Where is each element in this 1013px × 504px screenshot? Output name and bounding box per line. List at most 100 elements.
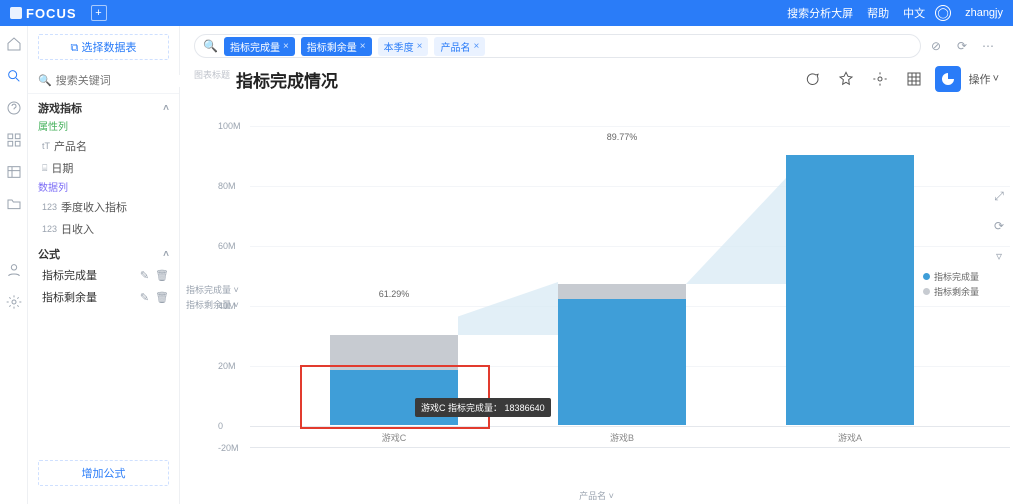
formula-item[interactable]: 指标完成量 ✎🗑 (28, 264, 179, 286)
y-tick: -20M (218, 443, 239, 453)
lang-switch[interactable]: 中文 (903, 5, 925, 21)
metric-label: 日收入 (61, 221, 94, 237)
bar-remain (330, 335, 458, 370)
x-category: 游戏C (330, 431, 458, 444)
panel-search[interactable]: 🔍 (28, 68, 179, 94)
home-icon[interactable] (6, 36, 22, 52)
more-icon[interactable]: ⋯ (977, 35, 999, 57)
y-tick: 20M (218, 361, 236, 371)
user-name[interactable]: zhangjy (965, 7, 1003, 19)
close-icon[interactable]: × (360, 41, 366, 52)
filter-icon[interactable]: ▿ (991, 248, 1007, 264)
delete-icon[interactable]: 🗑 (155, 291, 169, 304)
x-category: 游戏A (786, 431, 914, 444)
formula-section-label: 公式 (38, 246, 60, 262)
clear-icon[interactable]: ⊘ (925, 35, 947, 57)
reload-icon[interactable]: ⟳ (991, 218, 1007, 234)
expand-icon[interactable]: ⤢ (991, 188, 1007, 204)
close-icon[interactable]: × (417, 41, 423, 52)
user-avatar-icon[interactable]: ◯ (935, 5, 951, 21)
attr-item[interactable]: tT 产品名 (28, 135, 179, 157)
type-tag: tT (42, 141, 50, 151)
x-category: 游戏B (558, 431, 686, 444)
query-pill[interactable]: 指标完成量× (224, 37, 295, 56)
attr-label: 日期 (51, 160, 73, 176)
table-icon[interactable] (6, 164, 22, 180)
operations-menu[interactable]: 操作˅ (969, 71, 999, 87)
legend-item[interactable]: 指标剩余量 (923, 285, 979, 298)
refresh-icon[interactable]: ⟳ (951, 35, 973, 57)
app-topbar: FOCUS + 搜索分析大屏 帮助 中文 ◯ zhangjy (0, 0, 1013, 26)
add-formula-button[interactable]: 增加公式 (38, 460, 169, 486)
edit-icon[interactable]: ✎ (140, 269, 149, 282)
close-icon[interactable]: × (473, 41, 479, 52)
bar-done (786, 155, 914, 425)
comment-icon[interactable] (799, 66, 825, 92)
legend-swatch (923, 273, 930, 280)
plot-area: 100M 80M 60M 40M 20M 0 -20M 61.29% 游戏C (250, 126, 1010, 448)
chart-canvas: 指标完成量 指标剩余量 100M 80M 60M 40M 20M 0 -20M (180, 98, 1013, 504)
nav-rail (0, 26, 28, 504)
metric-item[interactable]: 123 日收入 (28, 218, 179, 240)
dashboard-icon[interactable] (6, 132, 22, 148)
query-pill[interactable]: 本季度× (378, 37, 429, 56)
y-tick: 80M (218, 181, 236, 191)
bar-pct-label: 61.29% (330, 289, 458, 299)
legend-item[interactable]: 指标完成量 (923, 270, 979, 283)
data-group-label: 数据列 (28, 179, 179, 196)
query-pill[interactable]: 产品名× (434, 37, 485, 56)
search-icon: 🔍 (203, 39, 218, 53)
help-link[interactable]: 帮助 (867, 5, 889, 21)
search-icon: 🔍 (38, 74, 52, 87)
formula-item[interactable]: 指标剩余量 ✎ 🗑 (28, 286, 179, 308)
settings-icon[interactable] (867, 66, 893, 92)
gear-icon[interactable] (6, 294, 22, 310)
type-tag: 123 (42, 202, 57, 212)
chevron-up-icon: ˄ (163, 103, 169, 114)
y-tick: 40M (218, 301, 236, 311)
user-icon[interactable] (6, 262, 22, 278)
table-section-header[interactable]: 游戏指标 ˄ (28, 94, 179, 118)
bar-done (558, 299, 686, 425)
connector (686, 178, 786, 284)
grid-view-icon[interactable] (901, 66, 927, 92)
y-tick: 100M (218, 121, 241, 131)
formula-name: 指标剩余量 (42, 289, 97, 305)
edit-icon[interactable]: ✎ (140, 291, 149, 304)
choose-table-button[interactable]: ⧉ 选择数据表 (38, 34, 169, 60)
brand-icon (10, 7, 22, 19)
breadcrumb: 图表标题 (194, 66, 230, 81)
type-tag: ⌸ (42, 163, 47, 174)
bar-group[interactable]: 100.44% 游戏A (786, 155, 914, 425)
metric-label: 季度收入指标 (61, 199, 127, 215)
attr-item[interactable]: ⌸ 日期 (28, 157, 179, 179)
metric-item[interactable]: 123 季度收入指标 (28, 196, 179, 218)
pin-icon[interactable] (833, 66, 859, 92)
global-search[interactable]: 搜索分析大屏 (787, 5, 853, 21)
brand-text: FOCUS (26, 6, 77, 21)
new-tab-button[interactable]: + (91, 5, 107, 21)
y-tick: 0 (218, 421, 223, 431)
close-icon[interactable]: × (283, 41, 289, 52)
page-title: 指标完成情况 (236, 67, 338, 92)
y-axis-1[interactable]: 指标完成量 (186, 283, 239, 296)
panel-search-input[interactable] (56, 75, 198, 87)
delete-icon[interactable]: 🗑 (155, 269, 169, 282)
formula-section-header[interactable]: 公式 ˄ (28, 240, 179, 264)
chart-view-icon[interactable] (935, 66, 961, 92)
attr-group-label: 属性列 (28, 118, 179, 135)
query-pill[interactable]: 指标剩余量× (301, 37, 372, 56)
query-input[interactable]: 🔍 指标完成量× 指标剩余量× 本季度× 产品名× (194, 34, 921, 58)
header-row: 图表标题 指标完成情况 操作˅ (180, 64, 1013, 98)
bar-group[interactable]: 89.77% 游戏B (558, 284, 686, 425)
search-icon[interactable] (6, 68, 22, 84)
chevron-down-icon: ˅ (993, 73, 999, 85)
folder-icon[interactable] (6, 196, 22, 212)
legend-swatch (923, 288, 930, 295)
question-icon[interactable] (6, 100, 22, 116)
type-tag: 123 (42, 224, 57, 234)
hover-tooltip: 游戏C 指标完成量： 18386640 (415, 398, 551, 417)
x-axis-selector[interactable]: 产品名 (579, 489, 614, 502)
attr-label: 产品名 (54, 138, 87, 154)
side-panel: ⧉ 选择数据表 🔍 游戏指标 ˄ 属性列 tT 产品名 ⌸ 日期 数据列 123… (28, 26, 180, 504)
